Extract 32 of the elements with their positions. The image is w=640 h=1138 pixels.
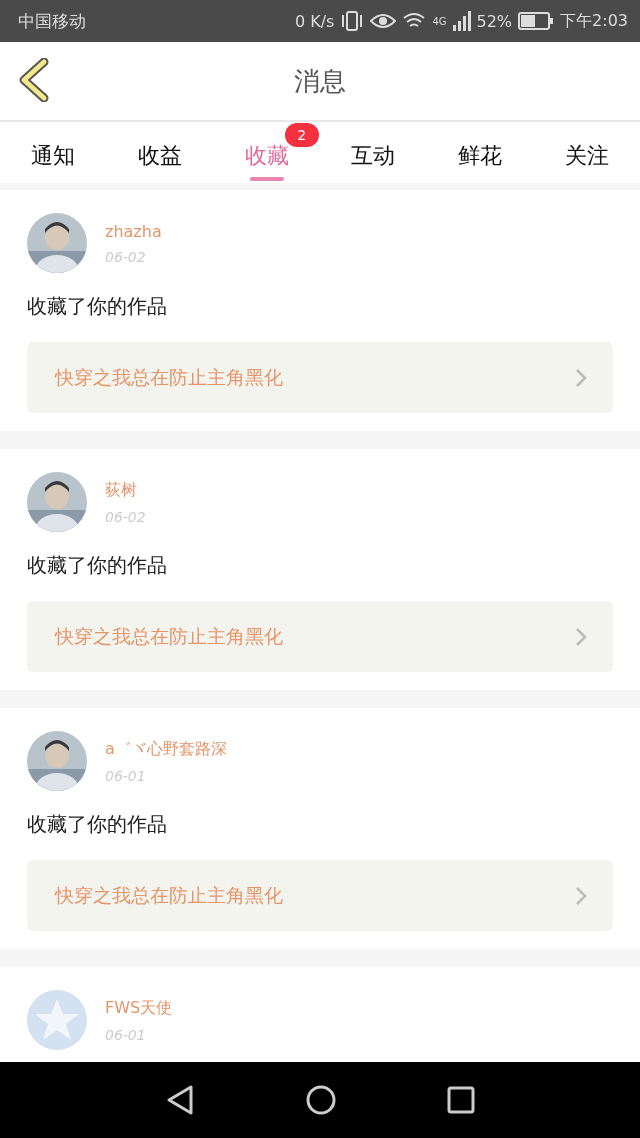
network-speed: 0 K/s	[294, 11, 335, 31]
tab[interactable]: 互动	[320, 122, 427, 183]
avatar-placeholder-icon	[27, 990, 87, 1050]
user-name: zhazha	[105, 221, 162, 241]
chevron-right-icon	[575, 367, 587, 388]
wifi-icon	[402, 12, 427, 30]
eye-icon	[370, 12, 397, 30]
home-nav-button[interactable]	[305, 1084, 337, 1116]
vibrate-icon	[340, 10, 365, 32]
message-text: 收藏了你的作品	[27, 293, 168, 320]
tab[interactable]: 收藏 2	[213, 122, 320, 183]
user-name: a゛ヾ心野套路深	[105, 738, 227, 760]
tab[interactable]: 鲜花	[426, 122, 534, 183]
user-name: 荻树	[105, 479, 138, 501]
user-name: FWS天使	[105, 997, 173, 1019]
chevron-right-icon	[575, 885, 587, 906]
count-badge: 2	[284, 123, 319, 147]
recents-nav-button[interactable]	[447, 1086, 475, 1114]
signal-icon	[452, 11, 471, 31]
page-title: 消息	[294, 64, 346, 98]
tab[interactable]: 关注	[533, 122, 640, 183]
carrier-name: 中国移动	[18, 9, 86, 33]
battery-percent: 52%	[476, 11, 513, 31]
message-text: 收藏了你的作品	[27, 552, 168, 579]
clock: 下午2:03	[560, 10, 628, 32]
network-type: 4G	[432, 15, 447, 27]
tab[interactable]: 收益	[106, 122, 214, 183]
chevron-right-icon	[575, 626, 587, 647]
message-text: 收藏了你的作品	[27, 811, 168, 838]
battery-icon	[518, 12, 555, 30]
back-nav-button[interactable]	[165, 1084, 195, 1116]
tab[interactable]: 通知	[0, 122, 107, 183]
